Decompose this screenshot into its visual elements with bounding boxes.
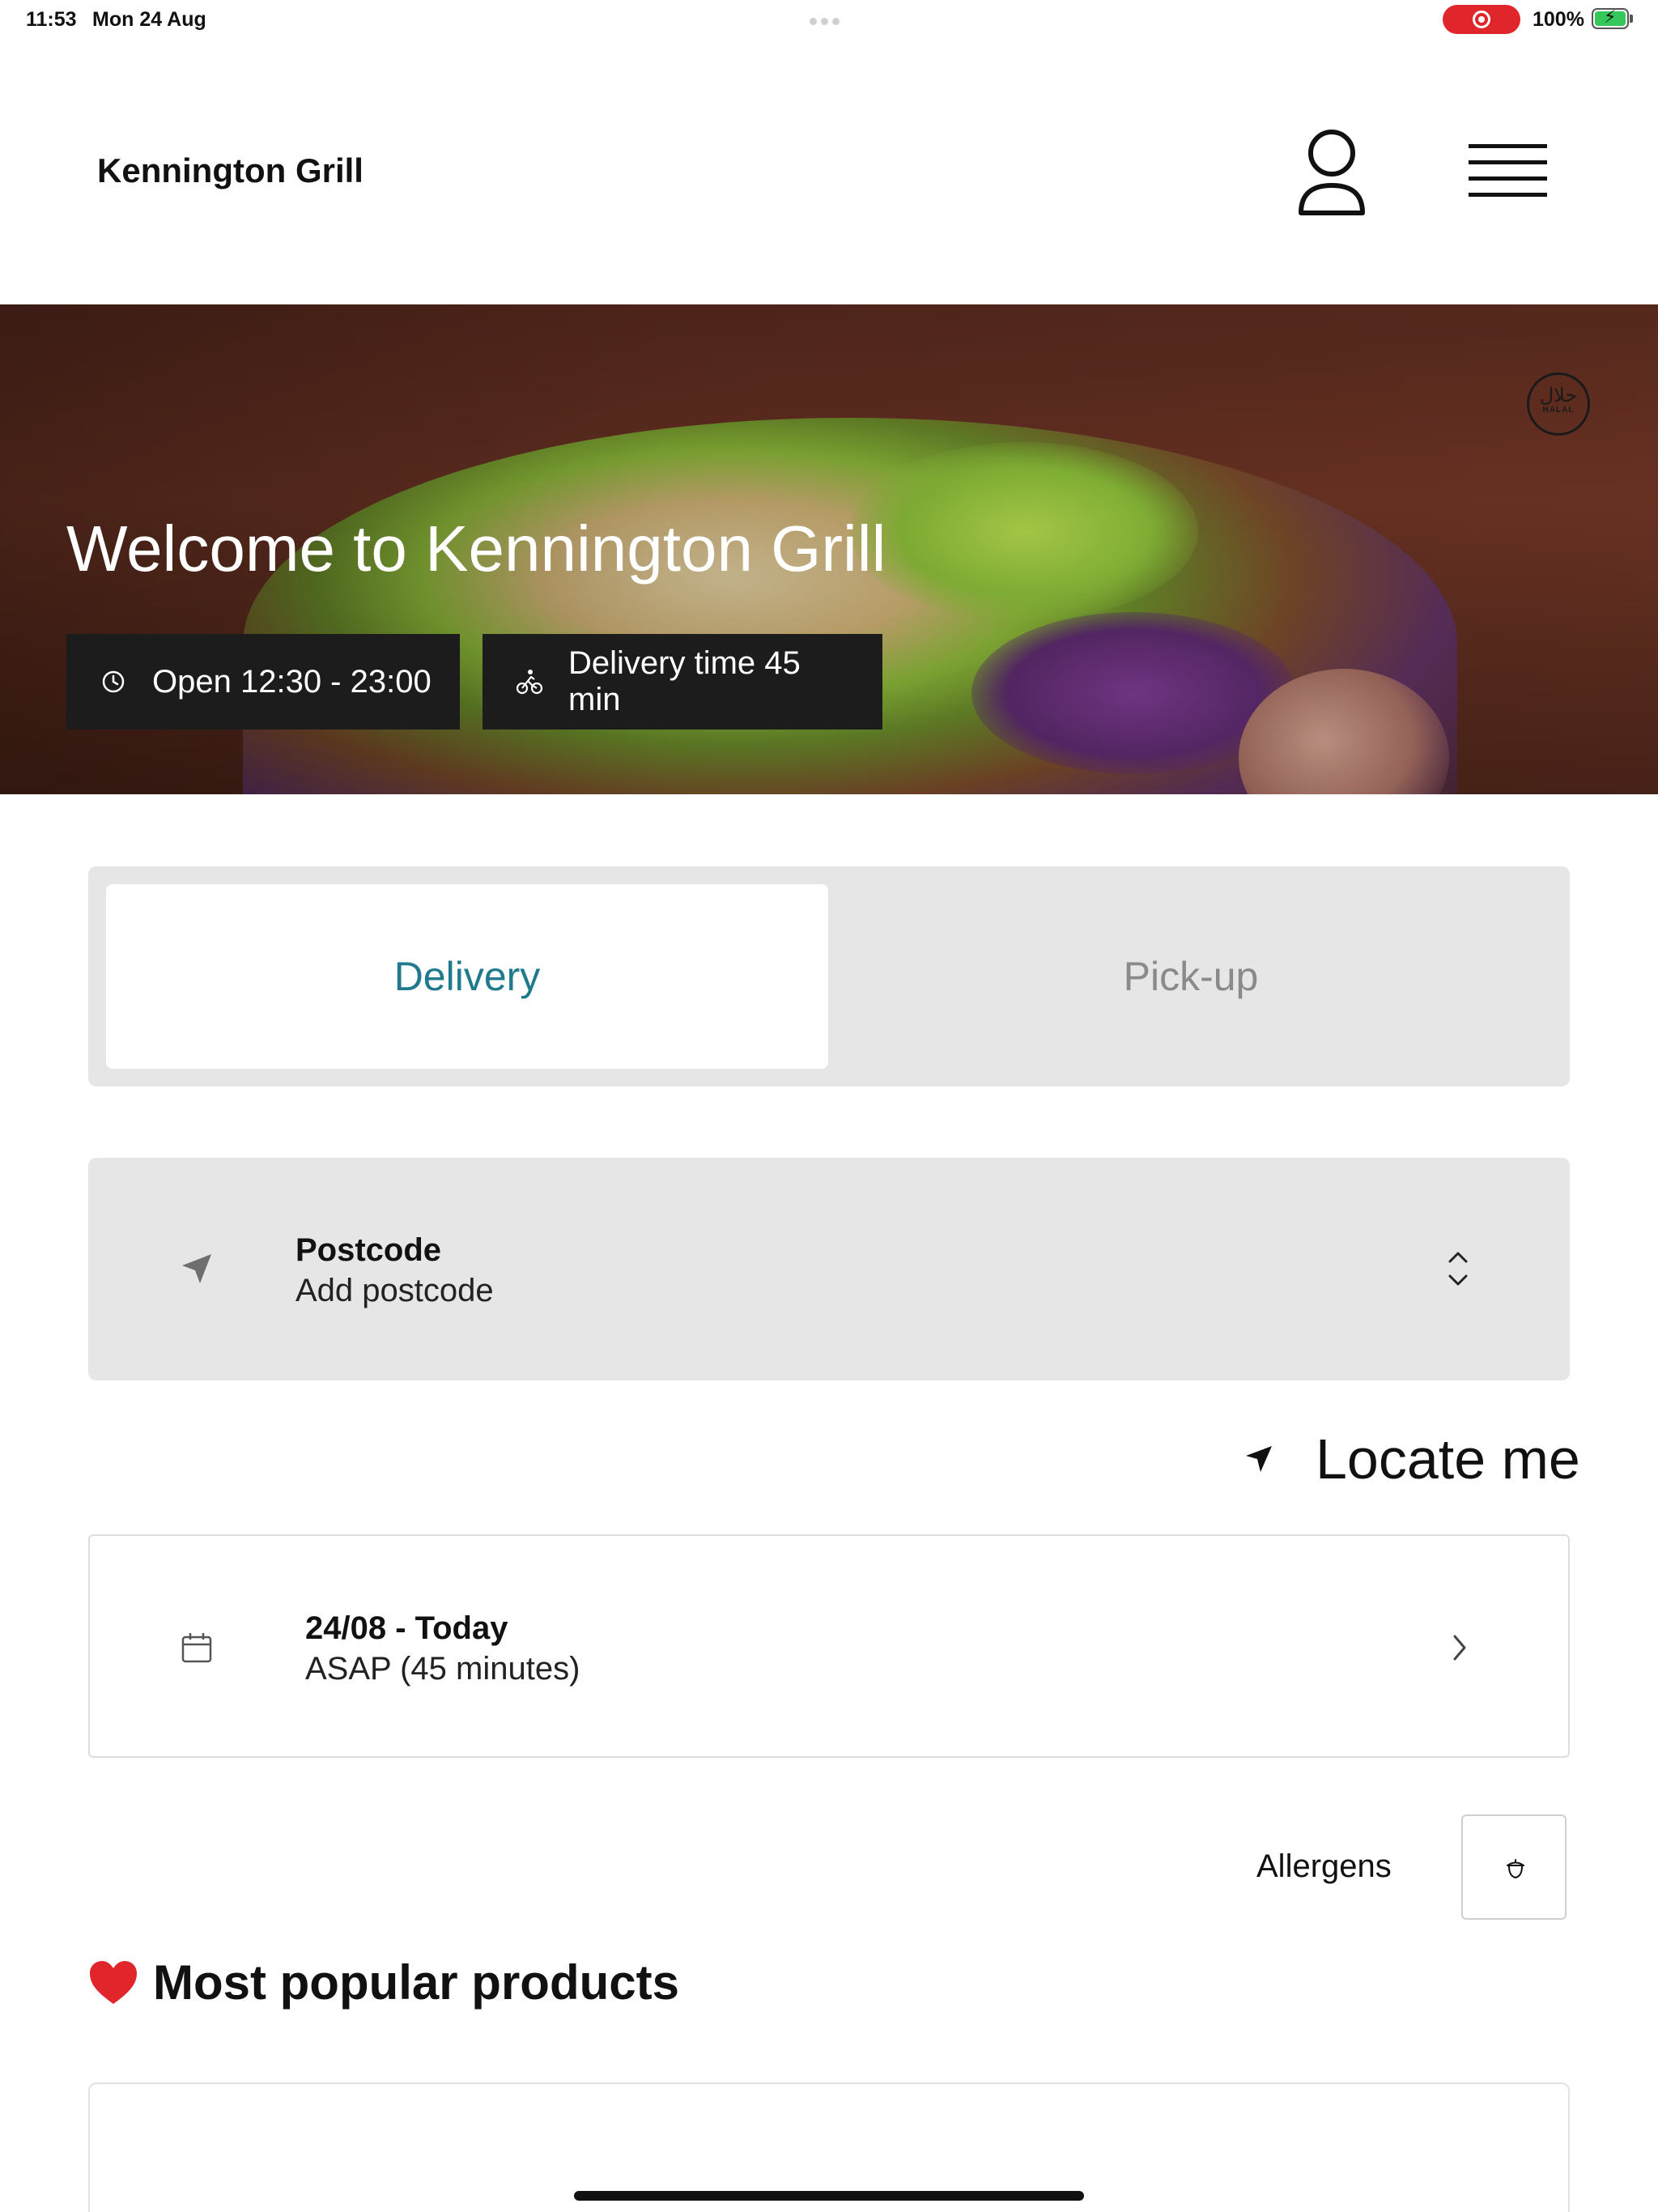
locate-me-button[interactable]: Locate me [1243, 1425, 1580, 1493]
delivery-time-text: Delivery time 45 min [568, 645, 801, 717]
order-mode-toggle: Delivery Pick-up [88, 866, 1570, 1087]
header: Kennington Grill [0, 105, 1658, 235]
chevron-right-icon [1453, 1635, 1466, 1661]
status-bar: 11:53 Mon 24 Aug 100% [0, 0, 1658, 39]
calendar-icon [181, 1633, 212, 1663]
delivery-time-badge: Delivery time 45 min [483, 634, 882, 730]
postcode-value: Add postcode [295, 1273, 494, 1308]
opening-hours-badge: Open 12:30 - 23:00 [66, 634, 460, 730]
menu-icon[interactable] [1465, 138, 1550, 211]
location-arrow-icon [182, 1254, 211, 1283]
brand-name[interactable]: Kennington Grill [97, 151, 363, 190]
clock-icon [102, 670, 125, 693]
hero-banner: حلال HALAL Welcome to Kennington Grill O… [0, 304, 1658, 794]
battery-percentage: 100% [1533, 8, 1584, 31]
screen-recording-icon[interactable] [1443, 5, 1520, 34]
chevron-up-down-icon [1448, 1252, 1468, 1286]
popular-products-heading: Most popular products [88, 1955, 679, 2010]
delivery-tab[interactable]: Delivery [106, 884, 828, 1069]
user-icon[interactable] [1291, 125, 1372, 223]
status-date: Mon 24 Aug [92, 8, 206, 31]
allergens-button[interactable] [1461, 1814, 1567, 1920]
allergens-label: Allergens [1256, 1848, 1392, 1884]
postcode-selector[interactable]: Postcode Add postcode [88, 1158, 1570, 1380]
pickup-tab[interactable]: Pick-up [830, 884, 1552, 1069]
delivery-time-selector[interactable]: 24/08 - Today ASAP (45 minutes) [88, 1534, 1570, 1758]
multitasking-dots-icon[interactable] [810, 15, 848, 25]
heart-icon [90, 1960, 137, 2004]
halal-badge-icon: حلال HALAL [1527, 372, 1590, 436]
location-arrow-icon [1246, 1446, 1272, 1472]
home-indicator[interactable] [574, 2191, 1084, 2201]
locate-me-label: Locate me [1316, 1427, 1580, 1491]
hero-title: Welcome to Kennington Grill [66, 513, 886, 585]
battery-charging-icon [1592, 6, 1629, 29]
cyclist-icon [516, 670, 543, 695]
delivery-date: 24/08 - Today [305, 1610, 508, 1646]
opening-hours-text: Open 12:30 - 23:00 [152, 663, 432, 700]
status-time: 11:53 [26, 8, 77, 31]
acorn-icon [1507, 1859, 1524, 1879]
postcode-label: Postcode [295, 1232, 442, 1268]
popular-products-title: Most popular products [153, 1955, 679, 2010]
delivery-time-option: ASAP (45 minutes) [305, 1651, 580, 1687]
